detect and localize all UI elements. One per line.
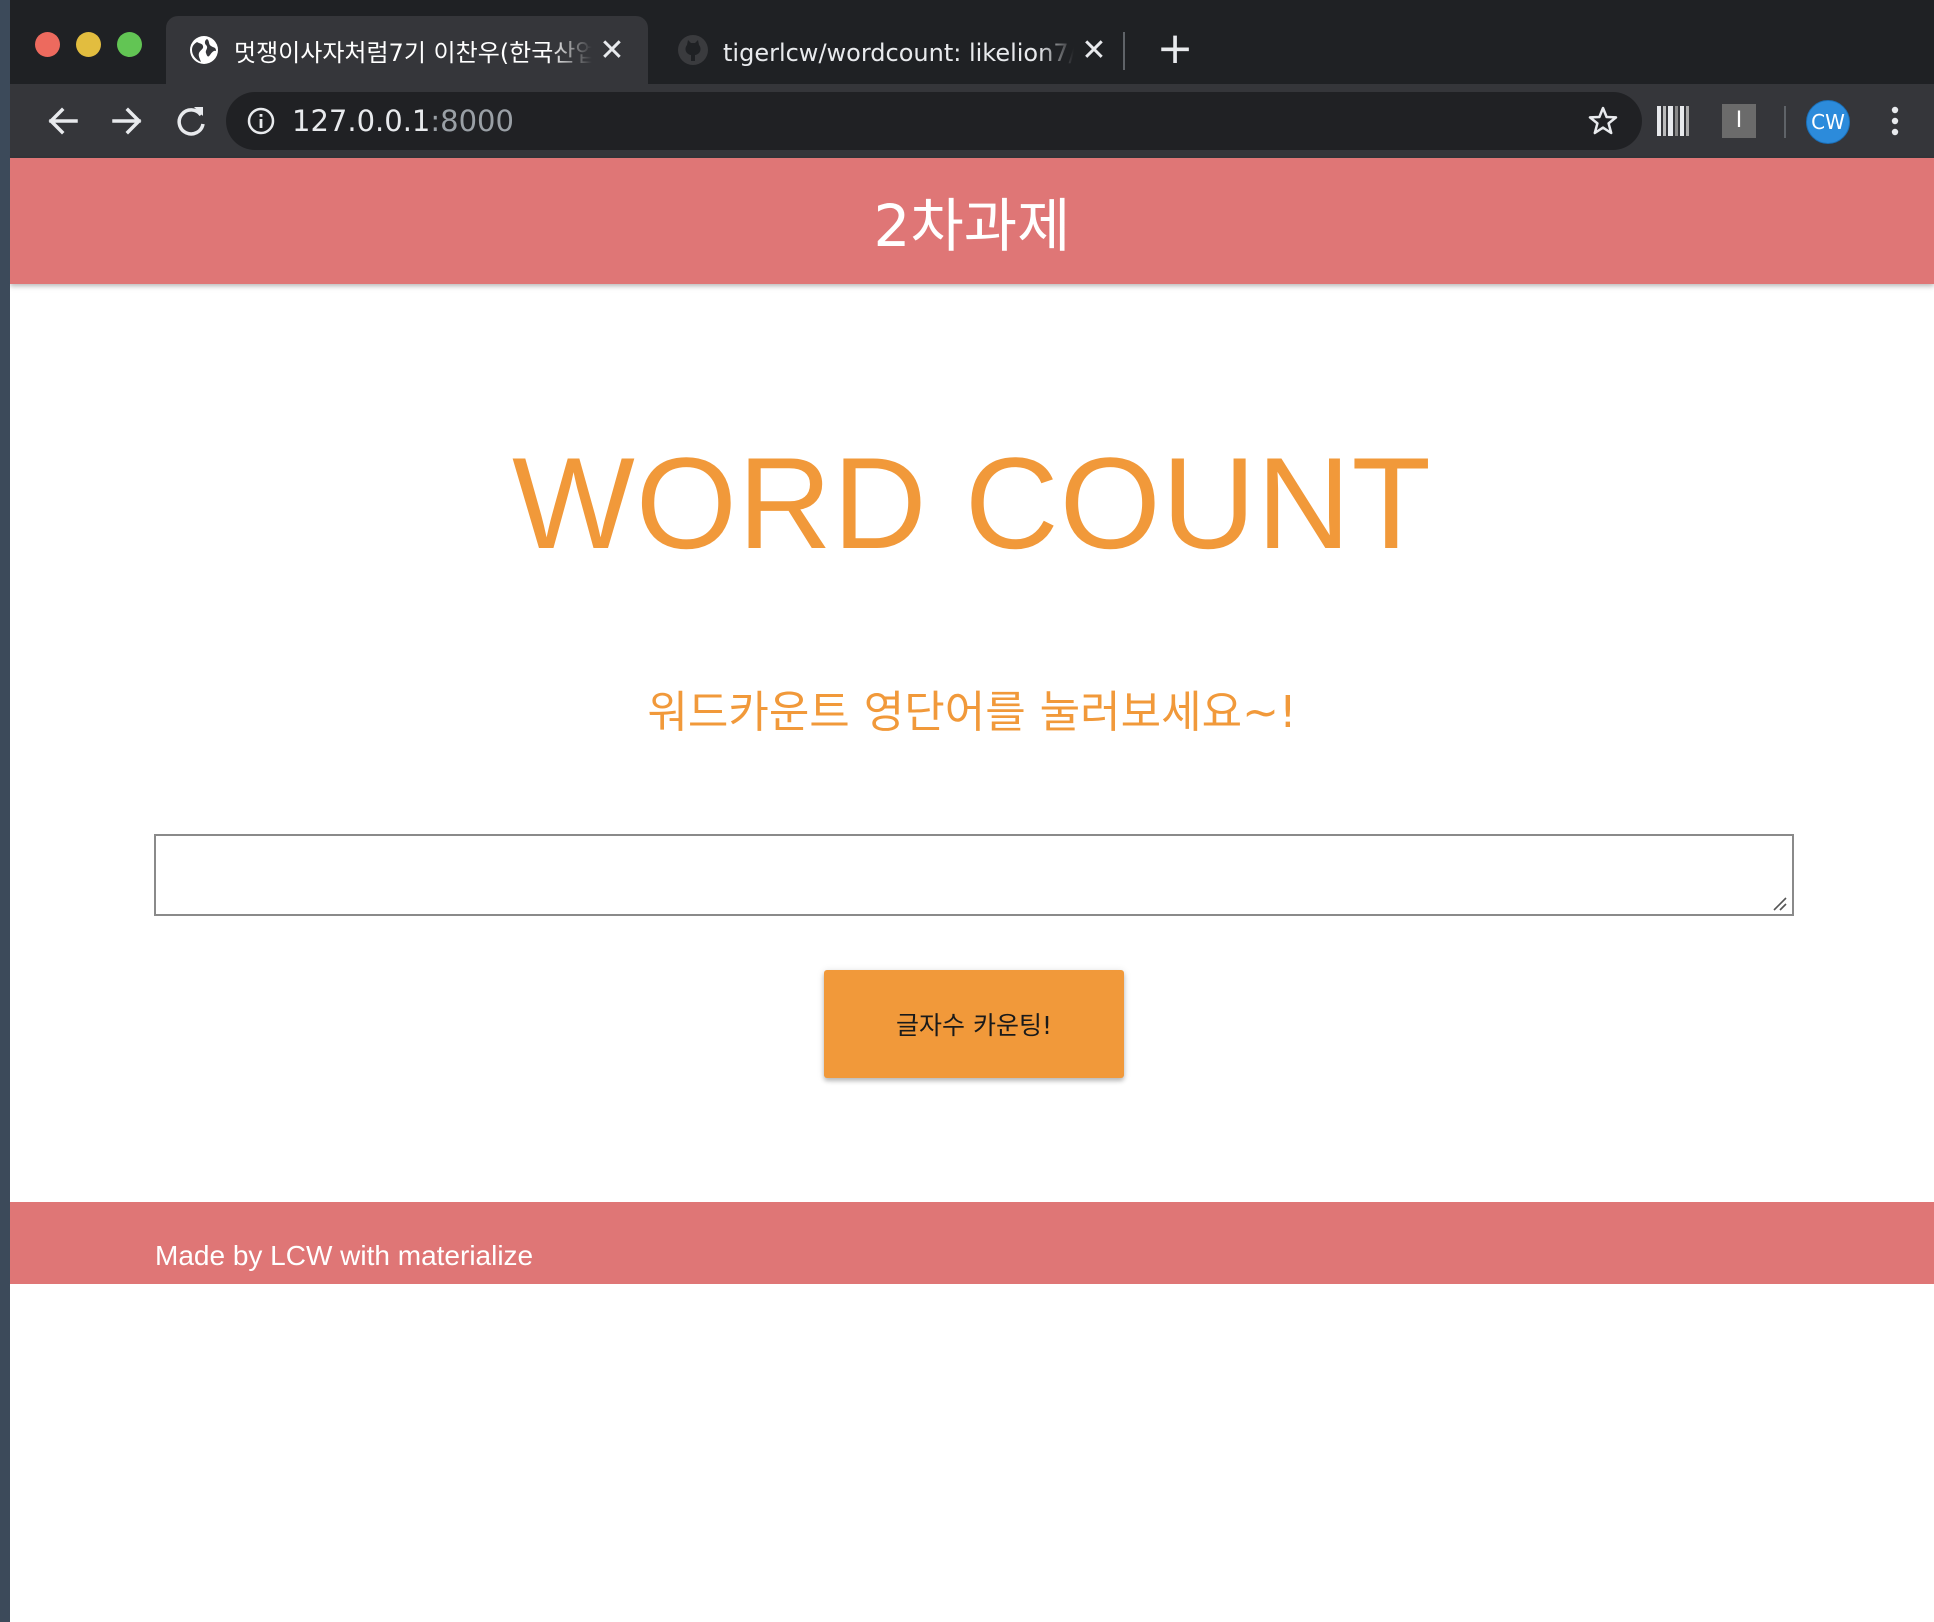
back-button[interactable] [38, 96, 88, 146]
barcode-extension-icon[interactable] [1656, 104, 1690, 138]
resize-handle-icon[interactable] [1770, 894, 1788, 912]
close-window-button[interactable] [35, 32, 60, 57]
globe-icon [190, 36, 218, 64]
extension-icon[interactable]: I [1722, 104, 1756, 138]
tab-strip: 멋쟁이사자처럼7기 이찬우(한국산업기 ✕ tigerlcw/wordcount… [10, 0, 1934, 84]
footer-text: Made by LCW with materialize [155, 1240, 534, 1271]
github-icon [678, 35, 708, 65]
bookmark-star-icon[interactable] [1586, 104, 1620, 138]
address-bar[interactable]: 127.0.0.1:8000 [226, 92, 1642, 150]
tab-github[interactable]: tigerlcw/wordcount: likelion7/2차 ✕ [655, 16, 1130, 84]
tab-title: 멋쟁이사자처럼7기 이찬우(한국산업기 [234, 38, 592, 67]
kebab-menu-icon [1891, 106, 1899, 136]
header-title: 2차과제 [873, 192, 1071, 260]
browser-window: 멋쟁이사자처럼7기 이찬우(한국산업기 ✕ tigerlcw/wordcount… [10, 0, 1934, 1622]
close-tab-icon[interactable]: ✕ [1074, 33, 1114, 68]
hero-title: WORD COUNT [512, 430, 1432, 576]
new-tab-button[interactable]: + [1150, 24, 1200, 74]
url-host: 127.0.0.1 [292, 104, 431, 138]
text-input-area[interactable] [154, 834, 1794, 916]
arrow-right-icon [112, 107, 142, 135]
url-port: :8000 [430, 104, 514, 138]
tab-separator [1123, 32, 1125, 70]
close-tab-icon[interactable]: ✕ [592, 33, 632, 68]
page-footer: Made by LCW with materialize [10, 1202, 1934, 1284]
web-page: 2차과제 WORD COUNT 워드카운트 영단어를 눌러보세요~! 글자수 카… [10, 158, 1934, 1622]
profile-avatar[interactable]: CW [1806, 100, 1850, 144]
arrow-left-icon [48, 107, 78, 135]
toolbar-separator [1784, 106, 1786, 138]
browser-toolbar: 127.0.0.1:8000 I CW [10, 84, 1934, 158]
forward-button[interactable] [102, 96, 152, 146]
hero-subtitle: 워드카운트 영단어를 눌러보세요~! [647, 687, 1297, 738]
reload-icon [177, 107, 205, 136]
tab-active[interactable]: 멋쟁이사자처럼7기 이찬우(한국산업기 ✕ [166, 16, 648, 84]
page-header: 2차과제 [10, 158, 1934, 284]
info-icon[interactable] [246, 106, 276, 136]
reload-button[interactable] [166, 96, 216, 146]
count-button[interactable]: 글자수 카운팅! [824, 970, 1124, 1078]
more-menu-icon[interactable] [1880, 100, 1910, 142]
minimize-window-button[interactable] [76, 32, 101, 57]
desktop-background [0, 0, 10, 1622]
maximize-window-button[interactable] [117, 32, 142, 57]
tab-title: tigerlcw/wordcount: likelion7/2차 [723, 38, 1074, 67]
